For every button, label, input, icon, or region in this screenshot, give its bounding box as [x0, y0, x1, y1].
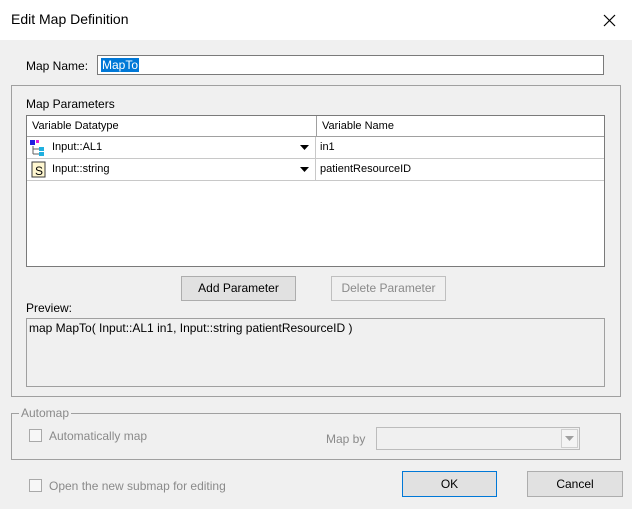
datatype-cell: Input::AL1 — [52, 141, 103, 153]
automatically-map-label: Automatically map — [49, 429, 148, 443]
close-icon — [603, 14, 615, 26]
variable-name-cell: patientResourceID — [320, 163, 412, 175]
map-by-dropdown[interactable] — [376, 427, 580, 450]
map-name-value: MapTo — [101, 58, 140, 72]
ok-button[interactable]: OK — [402, 471, 497, 497]
dialog-title: Edit Map Definition — [11, 11, 129, 27]
parameters-grid: Variable Datatype Variable Name Input::A… — [26, 115, 605, 267]
chevron-down-icon — [561, 429, 578, 448]
preview-box: map MapTo( Input::AL1 in1, Input::string… — [26, 318, 605, 387]
string-icon: S — [31, 159, 47, 180]
parameter-row[interactable]: Input::AL1 in1 — [27, 137, 604, 159]
close-button[interactable] — [586, 0, 632, 40]
automatically-map-checkbox[interactable] — [29, 429, 42, 442]
column-header-datatype[interactable]: Variable Datatype — [27, 116, 316, 137]
cancel-button[interactable]: Cancel — [527, 471, 623, 497]
map-name-label: Map Name: — [26, 59, 89, 73]
map-by-label: Map by — [326, 432, 366, 446]
ok-label: OK — [440, 477, 459, 491]
datatype-dropdown-icon[interactable] — [297, 137, 311, 158]
add-parameter-label: Add Parameter — [198, 281, 279, 295]
map-name-input[interactable]: MapTo — [97, 55, 604, 75]
map-parameters-label: Map Parameters — [26, 97, 115, 111]
variable-name-cell: in1 — [320, 141, 335, 153]
automap-label: Automap — [19, 406, 72, 420]
column-header-variable-name[interactable]: Variable Name — [316, 116, 604, 137]
title-bar: Edit Map Definition — [0, 0, 632, 40]
datatype-cell: Input::string — [52, 163, 110, 175]
column-divider — [315, 159, 316, 180]
cancel-label: Cancel — [556, 477, 594, 491]
delete-parameter-button[interactable]: Delete Parameter — [331, 276, 446, 301]
column-divider — [315, 137, 316, 158]
edit-map-definition-dialog: Edit Map Definition Map Name: MapTo Map … — [0, 0, 632, 509]
svg-text:S: S — [35, 164, 43, 178]
preview-label: Preview: — [26, 301, 73, 315]
parameter-row[interactable]: S Input::string patientResourceID — [27, 159, 604, 181]
segment-icon — [29, 137, 47, 158]
preview-text: map MapTo( Input::AL1 in1, Input::string… — [29, 321, 353, 335]
add-parameter-button[interactable]: Add Parameter — [181, 276, 296, 301]
open-submap-checkbox[interactable] — [29, 479, 42, 492]
delete-parameter-label: Delete Parameter — [341, 281, 436, 295]
datatype-dropdown-icon[interactable] — [297, 159, 311, 180]
open-submap-label: Open the new submap for editing — [49, 479, 226, 493]
